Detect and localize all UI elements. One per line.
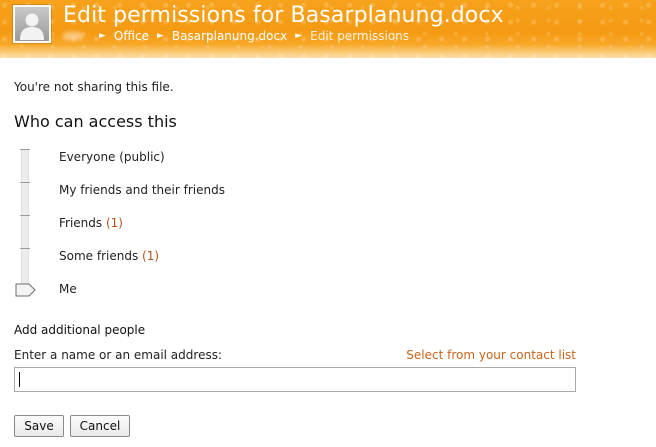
save-button[interactable]: Save <box>14 415 64 437</box>
breadcrumb-separator: ► <box>99 31 106 41</box>
slider-tick <box>20 182 30 183</box>
name-email-input[interactable] <box>14 367 576 392</box>
breadcrumb-file[interactable]: Basarplanung.docx <box>172 29 287 43</box>
access-level-slider[interactable]: Everyone (public) My friends and their f… <box>15 149 225 299</box>
page-title: Edit permissions for Basarplanung.docx <box>63 3 504 28</box>
access-level-me[interactable]: Me <box>59 282 77 296</box>
breadcrumb: ► Office ► Basarplanung.docx ► Edit perm… <box>63 29 409 43</box>
header-fade <box>0 44 656 58</box>
name-input-label: Enter a name or an email address: <box>14 348 222 362</box>
slider-rail[interactable] <box>21 149 29 291</box>
breadcrumb-separator: ► <box>156 31 164 41</box>
breadcrumb-current: Edit permissions <box>310 29 409 43</box>
slider-tick <box>20 248 30 249</box>
breadcrumb-separator: ► <box>295 31 303 41</box>
text-caret <box>19 372 20 387</box>
access-level-everyone[interactable]: Everyone (public) <box>59 150 165 164</box>
breadcrumb-owner-blurred[interactable] <box>63 32 83 40</box>
slider-tick <box>20 215 30 216</box>
friends-count: (1) <box>105 216 123 230</box>
select-contacts-link[interactable]: Select from your contact list <box>406 348 576 362</box>
add-people-title: Add additional people <box>14 323 146 337</box>
some-friends-count: (1) <box>142 249 160 263</box>
sharing-status: You're not sharing this file. <box>14 80 174 94</box>
slider-tick <box>20 149 30 150</box>
user-silhouette-icon <box>20 13 44 40</box>
access-level-some-friends[interactable]: Some friends (1) <box>59 249 159 263</box>
access-level-friends-of-friends[interactable]: My friends and their friends <box>59 183 225 197</box>
access-section-title: Who can access this <box>14 112 177 131</box>
breadcrumb-office[interactable]: Office <box>114 29 149 43</box>
access-level-friends[interactable]: Friends (1) <box>59 216 123 230</box>
page-header: Edit permissions for Basarplanung.docx ►… <box>0 0 656 58</box>
avatar <box>13 5 51 43</box>
cancel-button[interactable]: Cancel <box>70 415 130 437</box>
slider-thumb-icon[interactable] <box>15 283 37 297</box>
